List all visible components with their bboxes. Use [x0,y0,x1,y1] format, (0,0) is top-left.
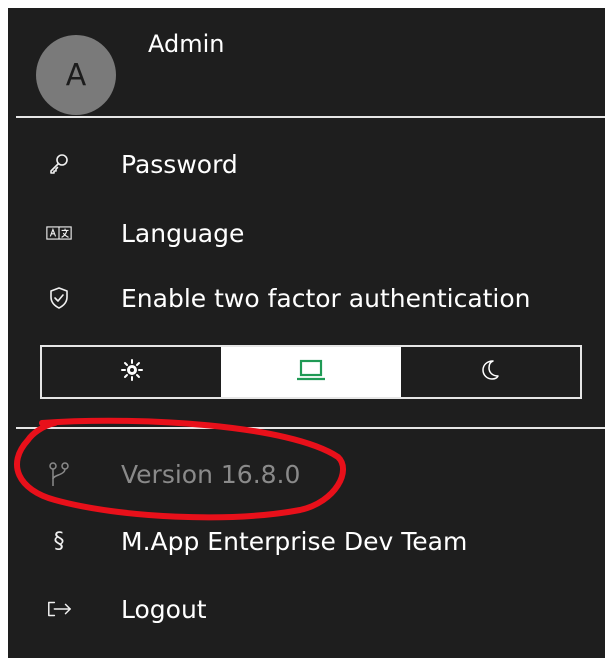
menu-item-version: Version 16.8.0 [8,446,605,502]
section-sign-icon: § [53,528,65,554]
key-icon [46,151,72,177]
menu-item-password[interactable]: Password [8,136,605,192]
menu-item-label: Enable two factor authentication [121,283,531,313]
menu-item-label: Logout [121,594,207,624]
menu-item-logout[interactable]: Logout [8,581,605,637]
menu-item-label: M.App Enterprise Dev Team [121,526,468,556]
theme-system-button[interactable] [221,347,401,397]
git-branch-icon [46,461,72,487]
sun-icon [120,359,143,385]
theme-dark-button[interactable] [401,347,580,397]
username: Admin [148,30,225,58]
version-label: Version 16.8.0 [121,459,301,489]
user-menu: A Admin Password Language Enable two fac… [8,8,605,658]
theme-switcher [40,345,582,399]
menu-item-label: Language [121,218,245,248]
menu-item-language[interactable]: Language [8,205,605,261]
theme-light-button[interactable] [42,347,221,397]
laptop-icon [296,358,326,386]
menu-item-team[interactable]: § M.App Enterprise Dev Team [8,513,605,569]
divider-top [16,116,605,118]
user-header: A Admin [8,8,605,118]
avatar: A [36,35,116,115]
divider-bottom [16,427,605,429]
moon-icon [480,359,500,385]
translate-icon [46,220,72,246]
logout-icon [46,596,72,622]
menu-item-two-factor[interactable]: Enable two factor authentication [8,270,605,326]
menu-item-label: Password [121,149,238,179]
shield-check-icon [46,285,72,311]
